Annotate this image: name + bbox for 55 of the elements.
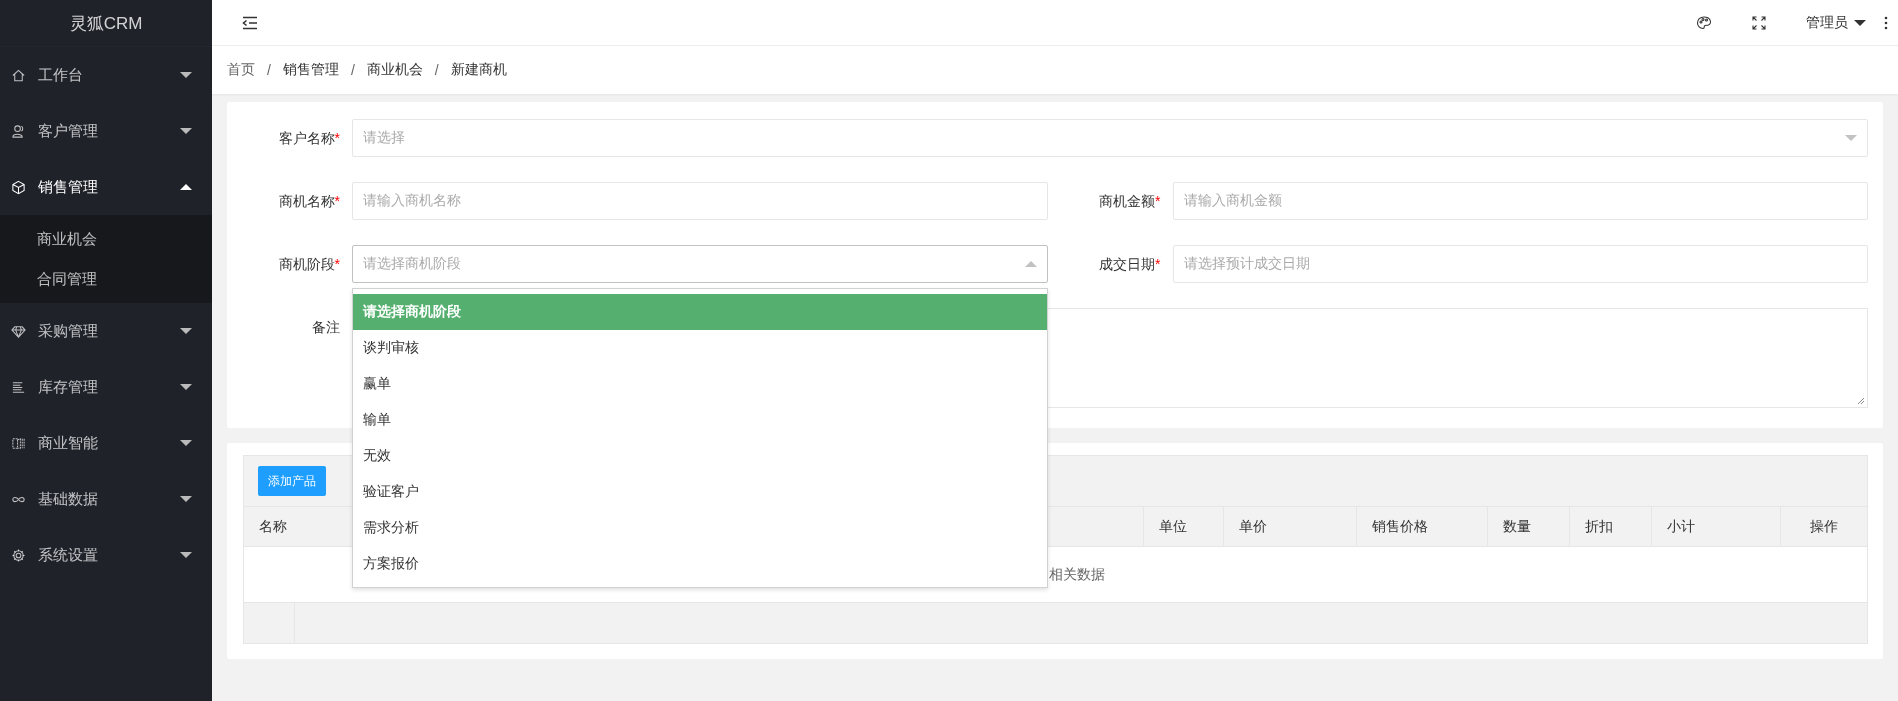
resize-handle-icon[interactable] — [1857, 397, 1865, 405]
diamond-icon — [11, 323, 26, 339]
menu-item[interactable]: 采购管理 — [0, 303, 212, 359]
caret-icon — [180, 184, 192, 190]
caret-icon — [1854, 19, 1866, 26]
caret-icon — [180, 552, 192, 558]
caret-icon — [180, 384, 192, 390]
dropdown-option[interactable]: 方案报价 — [353, 546, 1047, 582]
breadcrumb-link[interactable]: 首页 — [227, 61, 255, 79]
gear-icon — [11, 547, 26, 563]
menu-item[interactable]: 商业智能 — [0, 415, 212, 471]
home-icon — [11, 67, 26, 83]
caret-icon — [180, 328, 192, 334]
menu-item[interactable]: 客户管理 — [0, 103, 212, 159]
user-icon — [11, 123, 26, 139]
breadcrumb-link[interactable]: 销售管理 — [282, 61, 339, 79]
breadcrumb-separator: / — [434, 62, 439, 78]
dropdown-option[interactable]: 谈判审核 — [353, 330, 1047, 366]
cube-icon — [11, 179, 26, 195]
dropdown-option[interactable]: 输单 — [353, 402, 1047, 438]
menu-icon[interactable] — [242, 15, 258, 30]
field-label: 成交日期* — [1098, 255, 1162, 274]
field-label: 商机金额* — [1098, 192, 1162, 211]
menu-item[interactable]: 基础数据 — [0, 471, 212, 527]
more-icon[interactable] — [1884, 15, 1888, 30]
dropdown-option[interactable]: 需求分析 — [353, 510, 1047, 546]
menu-item[interactable]: 系统设置 — [0, 527, 212, 583]
user-menu[interactable]: 管理员 — [1806, 13, 1866, 32]
fullscreen-icon[interactable] — [1752, 15, 1766, 30]
breadcrumb-link[interactable]: 商业机会 — [366, 61, 423, 79]
menu-item[interactable]: 工作台 — [0, 47, 212, 103]
caret-icon — [1024, 261, 1037, 267]
book-icon — [11, 435, 26, 451]
caret-icon — [180, 496, 192, 502]
breadcrumb-separator: / — [350, 62, 355, 78]
submenu-item[interactable]: 商业机会 — [0, 219, 212, 259]
field-label: 商机阶段* — [277, 255, 341, 274]
dropdown-option[interactable]: 赢单 — [353, 366, 1047, 402]
menu-item[interactable]: 库存管理 — [0, 359, 212, 415]
field-label: 客户名称* — [277, 129, 341, 148]
caret-icon — [180, 128, 192, 134]
caret-icon — [180, 440, 192, 446]
submenu-item[interactable]: 合同管理 — [0, 259, 212, 299]
app-logo: 灵狐CRM — [69, 12, 143, 35]
field-label: 商机名称* — [277, 192, 341, 211]
menu-item[interactable]: 销售管理 — [0, 159, 212, 215]
field-label: 备注 — [311, 318, 341, 337]
caret-icon — [180, 72, 192, 78]
breadcrumb-separator: / — [267, 62, 271, 78]
dropdown-option[interactable]: 无效 — [353, 438, 1047, 474]
palette-icon[interactable] — [1696, 14, 1712, 31]
caret-icon — [1845, 135, 1857, 141]
breadcrumb-link[interactable]: 新建商机 — [450, 61, 507, 79]
empty-message: 相关数据 — [1049, 565, 1105, 584]
list-icon — [11, 379, 26, 395]
